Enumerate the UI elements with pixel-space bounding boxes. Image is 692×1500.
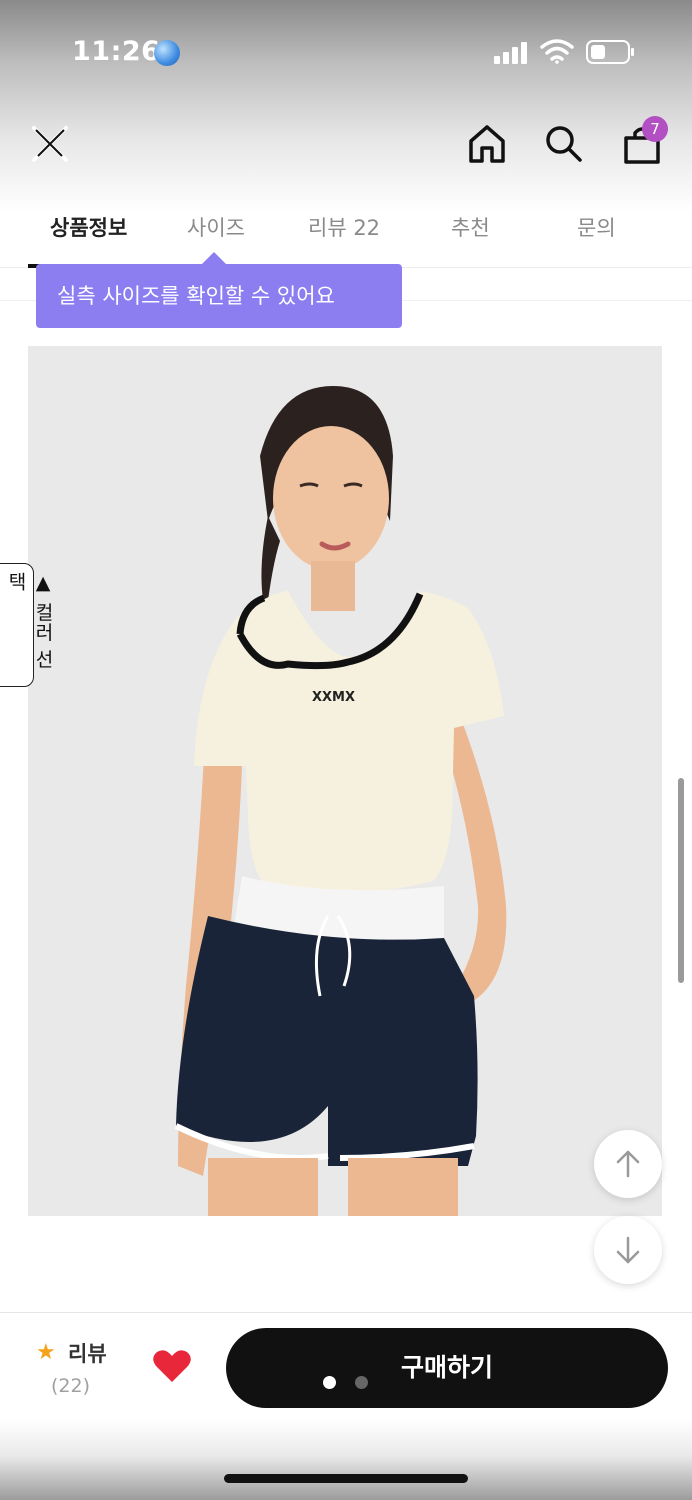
star-icon: ★	[36, 1340, 56, 1365]
scroll-indicator[interactable]	[678, 778, 684, 983]
tab-review[interactable]: 리뷰 22	[308, 212, 380, 242]
tab-recommend[interactable]: 추천	[451, 212, 490, 242]
buy-button[interactable]: 구매하기	[226, 1328, 668, 1408]
heart-icon[interactable]	[152, 1348, 192, 1384]
scroll-bottom-button[interactable]	[594, 1216, 662, 1284]
arrow-down-icon	[616, 1236, 640, 1264]
home-icon[interactable]	[463, 120, 511, 168]
scroll-top-button[interactable]	[594, 1130, 662, 1198]
search-icon[interactable]	[540, 120, 588, 168]
carousel-dot	[355, 1376, 368, 1389]
battery-icon	[586, 40, 634, 64]
shirt-logo-text: XXMX	[312, 690, 355, 705]
globe-icon	[154, 40, 180, 66]
home-area-background	[0, 1420, 692, 1500]
cart-count-badge: 7	[642, 116, 668, 142]
tooltip-arrow	[202, 252, 226, 264]
product-image[interactable]: XXMX	[28, 346, 662, 1216]
arrow-up-icon	[616, 1150, 640, 1178]
buy-button-label: 구매하기	[400, 1353, 493, 1382]
tab-size[interactable]: 사이즈	[187, 212, 245, 242]
review-count[interactable]: (22)	[51, 1375, 90, 1397]
wifi-icon	[540, 39, 574, 64]
product-tabs: 상품정보 사이즈 리뷰 22 추천 문의	[0, 200, 692, 266]
tab-product-info[interactable]: 상품정보	[50, 212, 127, 242]
signal-icon	[494, 42, 530, 64]
tab-inquiry[interactable]: 문의	[577, 212, 616, 242]
home-indicator[interactable]	[224, 1474, 468, 1483]
status-time: 11:26	[72, 36, 161, 67]
color-select-tab[interactable]: ▲ 컬러 선택	[0, 563, 54, 687]
color-select-label: ▲ 컬러 선택	[5, 572, 54, 670]
review-label[interactable]: 리뷰	[68, 1338, 107, 1368]
product-photo: XXMX	[28, 346, 662, 1216]
size-tooltip[interactable]: 실측 사이즈를 확인할 수 있어요	[36, 264, 402, 328]
bottom-bar-divider	[0, 1312, 692, 1313]
close-icon[interactable]	[26, 120, 74, 168]
carousel-dot-active	[323, 1376, 336, 1389]
